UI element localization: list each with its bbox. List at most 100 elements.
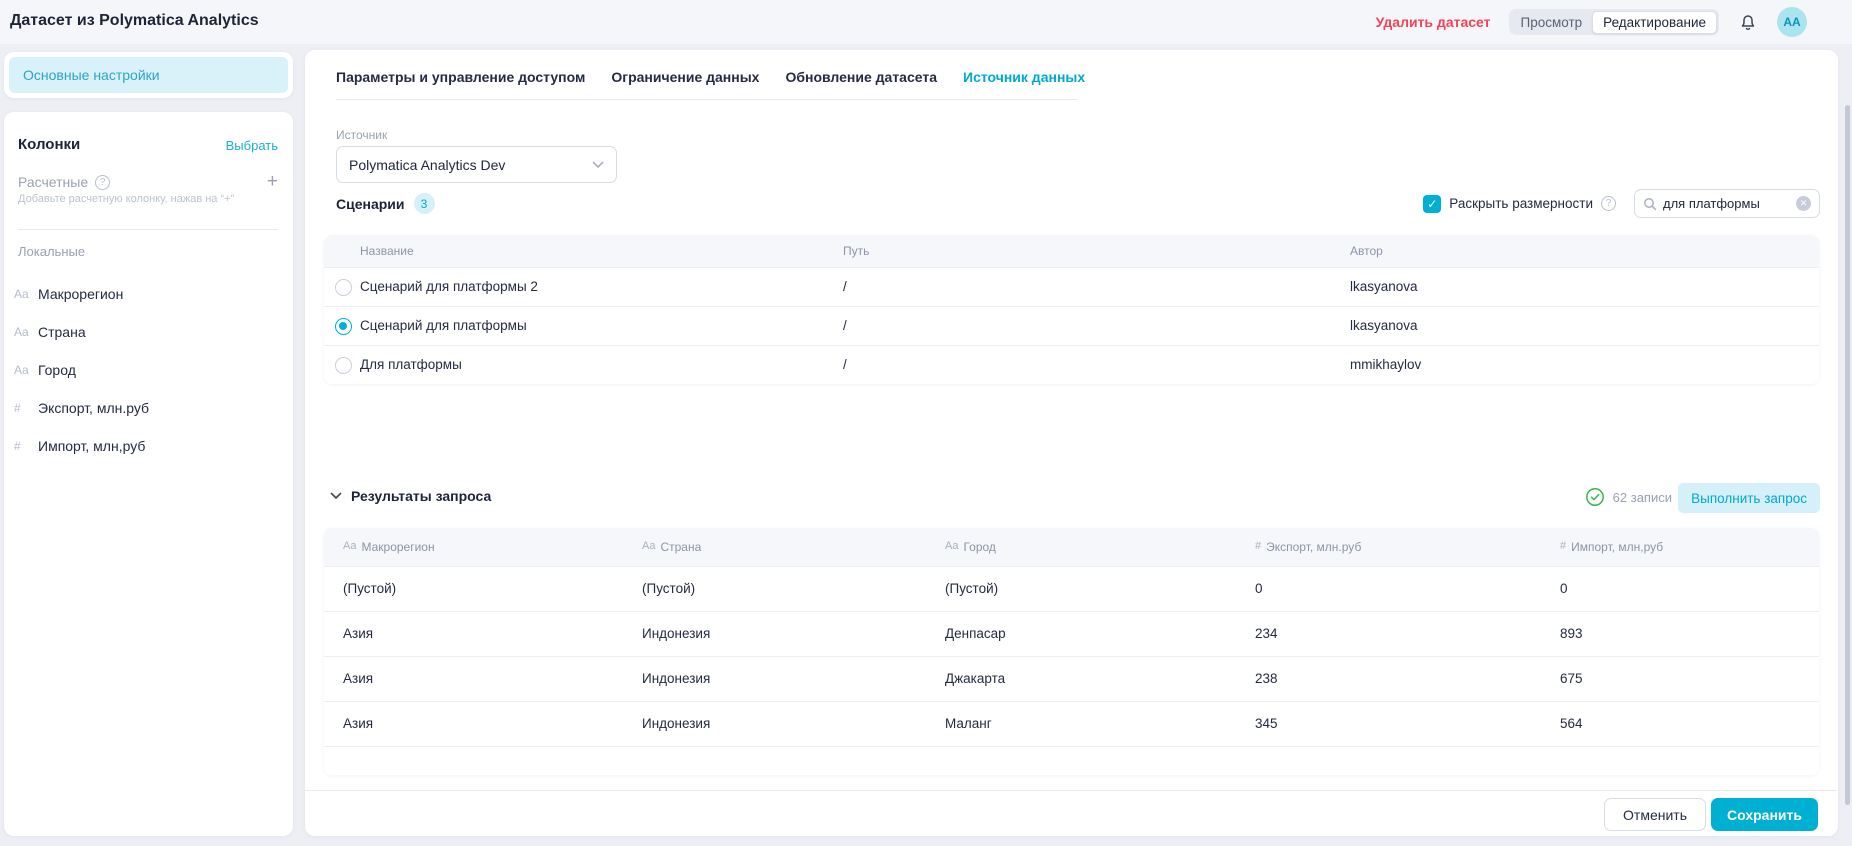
scrollbar[interactable] [1845, 105, 1850, 805]
search-input[interactable] [1663, 196, 1790, 211]
scenario-path: / [843, 279, 847, 294]
scenarios-controls: ✓ Раскрыть размерности ? ✕ [1423, 188, 1820, 219]
scenarios-title: Сценарии [336, 196, 405, 212]
avatar[interactable]: АА [1777, 7, 1807, 37]
cell: (Пустой) [642, 581, 695, 596]
delete-dataset-button[interactable]: Удалить датасет [1376, 14, 1491, 30]
tab-data-source[interactable]: Источник данных [963, 69, 1085, 99]
scenario-radio[interactable] [335, 357, 352, 374]
tab-params-access[interactable]: Параметры и управление доступом [336, 69, 585, 99]
column-type-text-icon: Aa [14, 325, 38, 339]
cell: Маланг [945, 716, 992, 731]
scenarios-title-wrap: Сценарии 3 [336, 193, 435, 214]
cancel-button[interactable]: Отменить [1604, 798, 1706, 831]
records-count: 62 записи [1613, 490, 1672, 505]
scenario-row[interactable]: Сценарий для платформы 2 / lkasyanova [324, 267, 1819, 306]
column-name: Страна [38, 324, 86, 340]
result-header-cell: #Импорт, млн,руб [1560, 540, 1663, 554]
columns-list: Aa Макрорегион Aa Страна Aa Город # Эксп… [4, 275, 293, 465]
tab-dataset-update[interactable]: Обновление датасета [785, 69, 937, 99]
column-type-text-icon: Aa [14, 287, 38, 301]
results-status: 62 записи [1585, 487, 1672, 507]
header-path: Путь [843, 244, 869, 258]
column-item[interactable]: Aa Город [4, 351, 293, 389]
chevron-down-icon [330, 492, 342, 500]
scenarios-bar: Сценарии 3 ✓ Раскрыть размерности ? ✕ [336, 188, 1820, 219]
header-label: Экспорт, млн.руб [1266, 540, 1361, 554]
expand-dimensions-help-icon[interactable]: ? [1601, 196, 1616, 211]
scenario-row-selected[interactable]: Сценарий для платформы / lkasyanova [324, 306, 1819, 345]
sidebar-columns-card: Колонки Выбрать Расчетные ? + Добавьте р… [4, 112, 293, 836]
result-header-cell: AaМакрорегион [343, 540, 435, 554]
results-title: Результаты запроса [351, 488, 491, 504]
scenario-radio[interactable] [335, 279, 352, 296]
cell: Азия [343, 716, 373, 731]
column-item[interactable]: Aa Страна [4, 313, 293, 351]
header-name: Название [360, 244, 414, 258]
cell: Индонезия [642, 671, 710, 686]
mode-toggle: Просмотр Редактирование [1509, 9, 1720, 35]
cell: 675 [1560, 671, 1583, 686]
scenario-author: lkasyanova [1350, 318, 1418, 333]
scenario-name: Сценарий для платформы 2 [360, 279, 538, 294]
scenario-name: Сценарий для платформы [360, 318, 527, 333]
calculated-columns-row: Расчетные ? [18, 174, 278, 190]
column-item[interactable]: # Импорт, млн,руб [4, 427, 293, 465]
scenarios-table: Название Путь Автор Сценарий для платфор… [324, 235, 1819, 384]
run-query-button[interactable]: Выполнить запрос [1678, 483, 1820, 513]
column-type-number-icon: # [14, 401, 38, 415]
table-row-partial [324, 746, 1819, 775]
page-title: Датасет из Polymatica Analytics [10, 12, 259, 30]
search-icon [1643, 197, 1657, 211]
edit-mode-button[interactable]: Редактирование [1592, 11, 1717, 34]
settings-tabs: Параметры и управление доступом Ограниче… [336, 69, 1078, 100]
columns-title: Колонки [18, 136, 80, 153]
add-calculated-column-button[interactable]: + [267, 172, 278, 191]
header-label: Страна [660, 540, 701, 554]
results-collapse-toggle[interactable]: Результаты запроса [330, 488, 491, 504]
column-name: Город [38, 362, 76, 378]
scenario-search: ✕ [1634, 189, 1820, 218]
cell: Денпасар [945, 626, 1006, 641]
table-row: Азия Индонезия Маланг 345 564 [324, 701, 1819, 746]
clear-search-icon[interactable]: ✕ [1796, 196, 1811, 211]
columns-select-link[interactable]: Выбрать [226, 138, 278, 153]
save-button[interactable]: Сохранить [1711, 798, 1818, 831]
results-header: Результаты запроса 62 записи Выполнить з… [324, 483, 1820, 513]
column-name: Экспорт, млн.руб [38, 400, 149, 416]
view-mode-button[interactable]: Просмотр [1511, 12, 1593, 33]
source-select[interactable]: Polymatica Analytics Dev [336, 146, 617, 183]
scenarios-count-badge: 3 [414, 193, 435, 214]
column-item[interactable]: Aa Макрорегион [4, 275, 293, 313]
scenario-author: lkasyanova [1350, 279, 1418, 294]
scenario-radio-checked[interactable] [335, 318, 352, 335]
column-item[interactable]: # Экспорт, млн.руб [4, 389, 293, 427]
column-type-text-icon: Aa [945, 540, 958, 554]
results-table: AaМакрорегион AaСтрана AaГород #Экспорт,… [324, 528, 1819, 775]
expand-dimensions-checkbox[interactable]: ✓ [1423, 195, 1441, 213]
scenario-path: / [843, 357, 847, 372]
tab-data-restriction[interactable]: Ограничение данных [611, 69, 759, 99]
cell: 0 [1560, 581, 1568, 596]
column-type-text-icon: Aa [14, 363, 38, 377]
notifications-bell-icon[interactable] [1737, 11, 1759, 33]
chevron-down-icon [592, 161, 604, 169]
sidebar-item-main-settings[interactable]: Основные настройки [9, 57, 288, 93]
table-row: Азия Индонезия Джакарта 238 675 [324, 656, 1819, 701]
result-header-cell: AaСтрана [642, 540, 701, 554]
result-header-cell: Aa Город [945, 540, 996, 554]
header-label: Город [963, 540, 995, 554]
cell: 234 [1255, 626, 1278, 641]
scenarios-table-header: Название Путь Автор [324, 235, 1819, 267]
scenario-path: / [843, 318, 847, 333]
sidebar-divider [18, 229, 278, 230]
cell: (Пустой) [945, 581, 998, 596]
scenario-row[interactable]: Для платформы / mmikhaylov [324, 345, 1819, 384]
column-name: Импорт, млн,руб [38, 438, 145, 454]
header-author: Автор [1350, 244, 1383, 258]
result-header-cell: #Экспорт, млн.руб [1255, 540, 1361, 554]
column-type-number-icon: # [1560, 540, 1566, 554]
calculated-help-icon[interactable]: ? [95, 175, 110, 190]
source-label: Источник [336, 128, 387, 142]
column-type-text-icon: Aa [343, 540, 356, 554]
